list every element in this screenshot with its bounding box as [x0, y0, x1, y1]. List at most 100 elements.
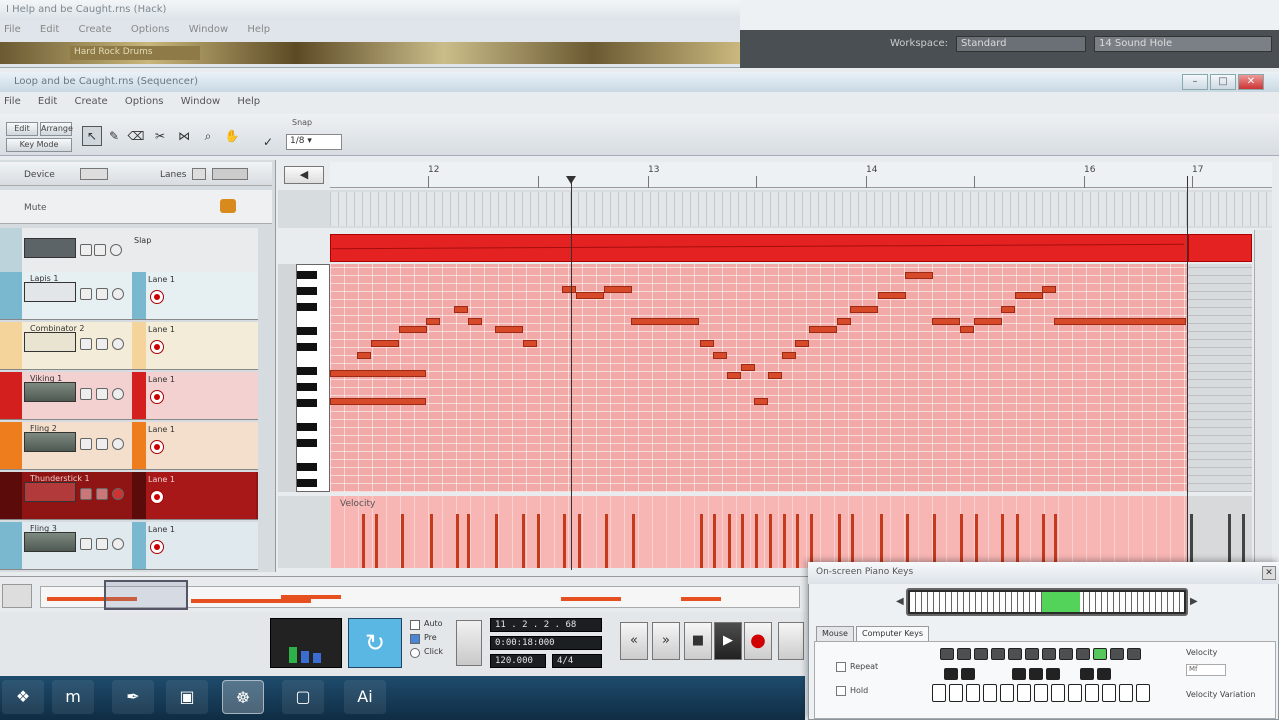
midi-note[interactable]: [399, 326, 427, 333]
track-row-selected[interactable]: Thunderstick 1 Lane 1: [0, 472, 258, 520]
velocity-bar[interactable]: [401, 514, 404, 568]
black-key[interactable]: [297, 271, 317, 279]
pre-checkbox[interactable]: [410, 634, 420, 644]
solo-button[interactable]: [96, 488, 108, 500]
velocity-bar[interactable]: [537, 514, 540, 568]
osk-tab-computer-keys[interactable]: Computer Keys: [856, 626, 929, 642]
bg-menu-create[interactable]: Create: [78, 24, 111, 35]
solo-button[interactable]: [96, 438, 108, 450]
hand-tool-icon[interactable]: ✋: [222, 126, 242, 146]
midi-note[interactable]: [850, 306, 878, 313]
magnify-tool-icon[interactable]: ⌕: [198, 126, 218, 146]
midi-note[interactable]: [631, 318, 699, 325]
note-lane[interactable]: Lane 1: [132, 422, 256, 469]
automation-lane-grid[interactable]: [330, 192, 1272, 226]
velocity-bar[interactable]: [838, 514, 841, 568]
song-position-display[interactable]: 11 . 2 . 2 . 68: [490, 618, 602, 632]
midi-note[interactable]: [795, 340, 809, 347]
track-row[interactable]: Combinator 2 Lane 1: [0, 322, 258, 370]
velocity-bar-next[interactable]: [1242, 514, 1245, 568]
midi-note[interactable]: [495, 326, 523, 333]
midi-note[interactable]: [754, 398, 768, 405]
computer-key-white[interactable]: [1085, 684, 1099, 702]
play-button[interactable]: ▶: [714, 622, 742, 660]
fast-forward-button[interactable]: »: [652, 622, 680, 660]
velocity-bar[interactable]: [700, 514, 703, 568]
song-position-marker[interactable]: [571, 176, 572, 570]
velocity-bar[interactable]: [578, 514, 581, 568]
computer-key[interactable]: [1042, 648, 1056, 660]
record-enable-button[interactable]: [150, 490, 164, 504]
black-key[interactable]: [297, 463, 317, 471]
solo-button[interactable]: [96, 288, 108, 300]
computer-key[interactable]: [944, 668, 958, 680]
monitor-button[interactable]: [112, 288, 124, 300]
velocity-bar[interactable]: [880, 514, 883, 568]
velocity-bar[interactable]: [975, 514, 978, 568]
track-row[interactable]: Lapis 1 Lane 1: [0, 272, 258, 320]
midi-note[interactable]: [1001, 306, 1015, 313]
velocity-bar[interactable]: [783, 514, 786, 568]
pen-app-icon[interactable]: ✒: [112, 680, 154, 714]
midi-note[interactable]: [468, 318, 482, 325]
computer-key[interactable]: [1076, 648, 1090, 660]
computer-key[interactable]: [991, 648, 1005, 660]
piano-keyboard[interactable]: [296, 264, 330, 492]
solo-button[interactable]: [96, 388, 108, 400]
record-enable-button[interactable]: [150, 390, 164, 404]
black-key[interactable]: [297, 287, 317, 295]
menu-window[interactable]: Window: [181, 96, 220, 107]
record-button[interactable]: ●: [744, 622, 772, 660]
track-row[interactable]: Slap: [0, 228, 258, 276]
key-mode-button[interactable]: Key Mode: [6, 138, 72, 152]
workspace-select[interactable]: Standard: [956, 36, 1086, 52]
osk-tab-mouse[interactable]: Mouse: [816, 626, 854, 642]
computer-key[interactable]: [1029, 668, 1043, 680]
track-row[interactable]: Fling 3 Lane 1: [0, 522, 258, 570]
song-position-handle[interactable]: [566, 176, 576, 184]
velocity-bar-next[interactable]: [1190, 514, 1193, 568]
mute-lane-icon[interactable]: [220, 199, 236, 213]
add-lane-button[interactable]: [192, 168, 206, 180]
overview-viewport-selection[interactable]: [104, 580, 188, 610]
click-toggle[interactable]: [410, 648, 420, 658]
hold-checkbox[interactable]: [836, 686, 846, 696]
computer-key[interactable]: [1008, 648, 1022, 660]
velocity-bar[interactable]: [728, 514, 731, 568]
velocity-bar[interactable]: [851, 514, 854, 568]
stop-button[interactable]: ■: [684, 622, 712, 660]
overview-zoom-button[interactable]: [2, 584, 32, 608]
velocity-bar[interactable]: [906, 514, 909, 568]
midi-note[interactable]: [330, 370, 426, 377]
black-key[interactable]: [297, 399, 317, 407]
computer-key-white[interactable]: [1034, 684, 1048, 702]
midi-note[interactable]: [837, 318, 851, 325]
midi-note[interactable]: [932, 318, 960, 325]
menu-create[interactable]: Create: [74, 96, 107, 107]
click-level-fader[interactable]: [456, 620, 482, 666]
velocity-bar[interactable]: [1001, 514, 1004, 568]
velocity-bar[interactable]: [362, 514, 365, 568]
note-lane[interactable]: Lane 1: [132, 372, 256, 419]
midi-note[interactable]: [604, 286, 632, 293]
monitor-button[interactable]: [112, 488, 124, 500]
midi-note[interactable]: [878, 292, 906, 299]
select-tool-icon[interactable]: ↖: [82, 126, 102, 146]
black-key[interactable]: [297, 327, 317, 335]
midi-note[interactable]: [809, 326, 837, 333]
velocity-bar[interactable]: [456, 514, 459, 568]
menu-file[interactable]: File: [4, 96, 21, 107]
velocity-bar[interactable]: [1042, 514, 1045, 568]
midi-note[interactable]: [768, 372, 782, 379]
computer-key[interactable]: [974, 648, 988, 660]
velocity-bar[interactable]: [960, 514, 963, 568]
maxthon-icon[interactable]: m: [52, 680, 94, 714]
razor-tool-icon[interactable]: ✂: [150, 126, 170, 146]
menu-help[interactable]: Help: [237, 96, 260, 107]
computer-key-white[interactable]: [1000, 684, 1014, 702]
maximize-button[interactable]: □: [1210, 74, 1236, 90]
midi-note[interactable]: [1042, 286, 1056, 293]
note-lane[interactable]: Lane 1: [132, 522, 256, 569]
computer-key[interactable]: [1059, 648, 1073, 660]
computer-key-white[interactable]: [949, 684, 963, 702]
